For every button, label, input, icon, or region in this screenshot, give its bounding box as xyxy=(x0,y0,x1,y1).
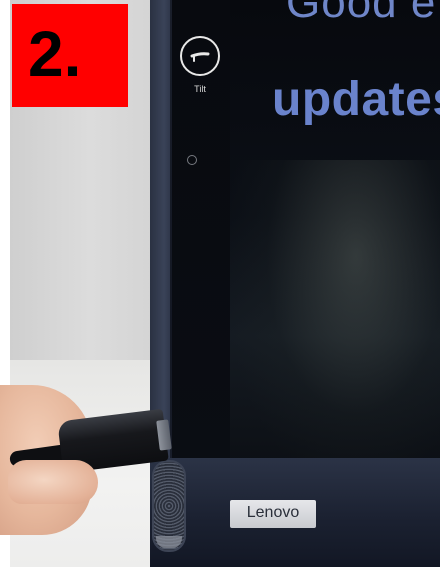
screen-greeting-text: Good e xyxy=(286,0,437,27)
screen-reflection xyxy=(230,160,440,480)
step-number: 2. xyxy=(28,18,82,90)
status-ring-icon xyxy=(187,155,197,165)
thumb xyxy=(8,460,98,504)
tilt-label: Tilt xyxy=(194,84,206,94)
brand-plate: Lenovo xyxy=(230,500,316,528)
tilt-icon[interactable] xyxy=(180,36,220,76)
brand-logo-text: Lenovo xyxy=(246,504,300,521)
tilt-glyph-icon xyxy=(190,52,210,62)
screen-updates-text: updates xyxy=(272,73,440,126)
step-badge: 2. xyxy=(12,4,128,107)
